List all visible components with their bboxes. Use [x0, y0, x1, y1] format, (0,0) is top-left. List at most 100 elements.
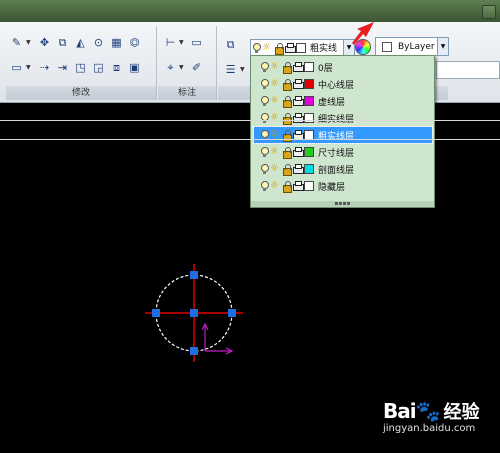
- sun-icon[interactable]: ☼: [270, 78, 280, 90]
- printer-icon[interactable]: [292, 163, 304, 175]
- printer-icon[interactable]: [292, 112, 304, 124]
- layer-color-swatch[interactable]: [304, 62, 314, 72]
- sun-icon[interactable]: ☼: [270, 180, 280, 192]
- bulb-icon[interactable]: [259, 112, 269, 124]
- current-layer-name: 粗实线: [310, 44, 338, 54]
- layer-dropdown-list[interactable]: ☼ 0层 ☼ 中心线层 ☼ 虚线层 ☼ 细实线层☼粗实线层 ☼ 尺寸线层 ☼ 剖面线层 ☼ 隐藏层 ▪▪▪…: [250, 55, 435, 208]
- center-grip[interactable]: [190, 309, 198, 317]
- layer-name: 0层: [318, 63, 333, 74]
- chevron-down-icon[interactable]: ▼: [179, 39, 184, 46]
- resize-grip[interactable]: ▪▪▪▪: [251, 201, 434, 207]
- layer-name: 虚线层: [318, 97, 346, 108]
- text-style-icon[interactable]: ▭: [188, 34, 205, 51]
- chevron-down-icon[interactable]: ▼: [179, 64, 184, 71]
- extend-icon[interactable]: ⇥: [54, 59, 71, 76]
- linetype-dropdown[interactable]: [436, 61, 500, 79]
- printer-icon[interactable]: [292, 95, 304, 107]
- sun-icon[interactable]: ☼: [270, 112, 280, 124]
- layer-name: 细实线层: [318, 112, 354, 125]
- copy-icon[interactable]: ⧉: [54, 34, 71, 51]
- panel-annotation: ⊢ ▼ ▭ ⌖ ▼ ✐ 标注: [158, 26, 217, 100]
- quadrant-grip-left[interactable]: [152, 309, 160, 317]
- rotate-icon[interactable]: ⊙: [90, 34, 107, 51]
- printer-icon[interactable]: [292, 146, 304, 158]
- printer-icon[interactable]: [292, 180, 304, 192]
- layer-color-swatch[interactable]: [304, 113, 314, 123]
- color-control-dropdown[interactable]: ByLayer ▼: [375, 37, 449, 56]
- viewport-border: [0, 139, 500, 140]
- lock-icon[interactable]: [281, 146, 292, 159]
- quadrant-grip-bottom[interactable]: [190, 347, 198, 355]
- window-control-button[interactable]: [482, 5, 496, 19]
- layer-row[interactable]: ☼ 粗实线层: [253, 126, 433, 144]
- stretch-icon[interactable]: ▣: [126, 59, 143, 76]
- leader-icon[interactable]: ⌖: [162, 59, 179, 76]
- paw-icon: 🐾: [415, 399, 441, 423]
- bulb-icon[interactable]: [259, 180, 269, 192]
- chevron-down-icon[interactable]: ▼: [437, 38, 448, 55]
- offset-icon[interactable]: ⏣: [126, 34, 143, 51]
- bulb-icon[interactable]: [259, 61, 269, 73]
- printer-icon: [284, 42, 296, 54]
- explode-icon[interactable]: ⧈: [108, 59, 125, 76]
- color-control-value: ByLayer: [398, 41, 435, 52]
- layer-row[interactable]: ☼ 细实线层: [254, 110, 432, 126]
- layer-properties-icon[interactable]: ⧉: [222, 36, 239, 53]
- sun-icon[interactable]: ☼: [270, 95, 280, 107]
- fillet-icon[interactable]: ◳: [72, 59, 89, 76]
- linear-dimension-icon[interactable]: ⊢: [162, 34, 179, 51]
- quadrant-grip-top[interactable]: [190, 271, 198, 279]
- layer-dropdown[interactable]: ☼ 粗实线 ▼: [250, 39, 355, 56]
- red-arrow-annotation: [352, 22, 374, 45]
- bulb-icon[interactable]: [259, 146, 269, 158]
- bulb-icon[interactable]: [259, 95, 269, 107]
- sun-icon: ☼: [262, 41, 271, 53]
- chevron-down-icon[interactable]: ▼: [26, 64, 31, 71]
- layer-row[interactable]: ☼ 隐藏层: [254, 178, 432, 194]
- layer-name: 中心线层: [318, 80, 355, 91]
- lock-icon[interactable]: [281, 163, 292, 176]
- bulb-icon[interactable]: [259, 163, 269, 175]
- layer-row[interactable]: ☼ 0层: [254, 59, 432, 75]
- lock-icon[interactable]: [281, 78, 292, 91]
- layer-name: 剖面线层: [318, 165, 355, 176]
- drawing-canvas[interactable]: [145, 260, 255, 370]
- move-icon[interactable]: ✥: [36, 34, 53, 51]
- rectangle-icon[interactable]: ▭: [8, 59, 25, 76]
- chevron-down-icon[interactable]: ▼: [240, 66, 245, 73]
- table-icon[interactable]: ✐: [188, 59, 205, 76]
- lock-icon[interactable]: [281, 95, 292, 108]
- layer-row[interactable]: ☼ 中心线层: [254, 76, 432, 92]
- layer-color-swatch: [296, 42, 306, 53]
- mirror-icon[interactable]: ◭: [72, 34, 89, 51]
- layer-color-swatch[interactable]: [304, 164, 314, 174]
- chevron-down-icon[interactable]: ▼: [26, 39, 31, 46]
- trim-icon[interactable]: ⇢: [36, 59, 53, 76]
- printer-icon[interactable]: [292, 61, 304, 73]
- lineweight-icon[interactable]: ☰: [222, 61, 239, 78]
- lock-icon[interactable]: [281, 180, 292, 193]
- sun-icon[interactable]: ☼: [270, 163, 280, 175]
- chamfer-icon[interactable]: ◲: [90, 59, 107, 76]
- layer-color-swatch[interactable]: [304, 79, 314, 89]
- quadrant-grip-right[interactable]: [228, 309, 236, 317]
- watermark-url: jingyan.baidu.com: [383, 423, 476, 434]
- sun-icon[interactable]: ☼: [270, 61, 280, 73]
- bulb-icon[interactable]: [259, 78, 269, 90]
- printer-icon[interactable]: [292, 78, 304, 90]
- lock-icon[interactable]: [281, 61, 292, 74]
- layer-color-swatch[interactable]: [304, 181, 314, 191]
- lock-icon: [273, 42, 284, 55]
- sun-icon[interactable]: ☼: [270, 146, 280, 158]
- layer-color-swatch[interactable]: [304, 96, 314, 106]
- layer-color-swatch[interactable]: [304, 147, 314, 157]
- panel-label-modify[interactable]: 修改: [6, 86, 156, 100]
- array-icon[interactable]: ▦: [108, 34, 125, 51]
- layer-row[interactable]: ☼ 尺寸线层: [254, 144, 432, 160]
- pencil-icon[interactable]: ✎: [8, 34, 25, 51]
- layer-row[interactable]: ☼ 虚线层: [254, 93, 432, 109]
- layer-row[interactable]: ☼ 剖面线层: [254, 161, 432, 177]
- baidu-logo: Bai🐾: [383, 399, 441, 423]
- lock-icon[interactable]: [281, 112, 292, 125]
- panel-label-annotation[interactable]: 标注: [158, 86, 216, 100]
